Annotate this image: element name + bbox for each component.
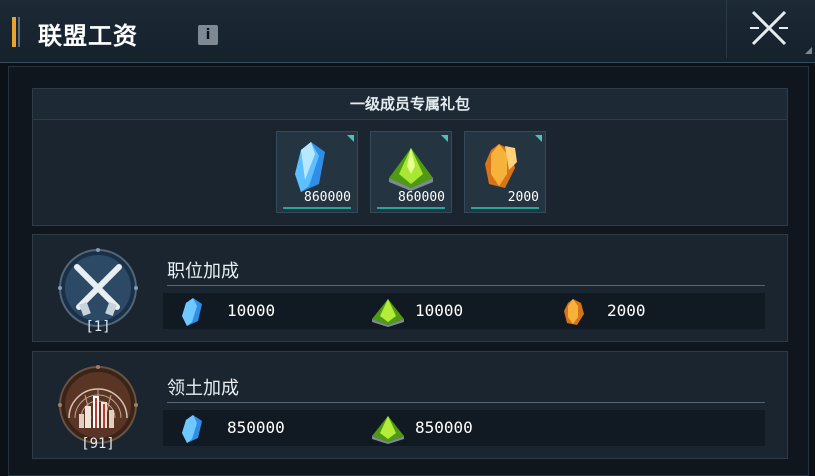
title-accent-bar (12, 17, 16, 47)
gift-pack-title: 一级成员专属礼包 (33, 89, 787, 120)
reward-amount: 850000 (415, 418, 473, 437)
green-crystal-icon (389, 148, 433, 191)
position-bonus-panel: [1] 职位加成 10000 10000 2000 (32, 234, 788, 342)
gift-pack-panel: 一级成员专属礼包 860000 860000 2000 (32, 88, 788, 226)
info-icon[interactable]: i (198, 25, 218, 45)
item-bar (471, 207, 539, 209)
orange-crystal-icon (485, 144, 517, 188)
gift-item-orange-crystal[interactable]: 2000 (464, 131, 546, 213)
window-title: 联盟工资 (38, 21, 138, 50)
position-rewards-row: 10000 10000 2000 (163, 293, 765, 329)
item-bar (377, 207, 445, 209)
blue-crystal-icon (182, 298, 202, 326)
title-accent-bar-secondary (18, 17, 20, 47)
reward-amount: 2000 (607, 301, 646, 320)
divider (167, 402, 765, 403)
position-bonus-title: 职位加成 (167, 261, 239, 282)
orange-crystal-icon (564, 299, 584, 325)
territory-rewards-row: 850000 850000 (163, 410, 765, 446)
item-amount: 860000 (398, 190, 445, 205)
position-level: [1] (85, 319, 111, 335)
close-area (726, 0, 815, 58)
territory-bonus-title: 领土加成 (167, 378, 239, 399)
close-icon[interactable] (747, 8, 791, 48)
corner-marker (347, 135, 354, 142)
item-bar (283, 207, 351, 209)
close-button[interactable] (747, 8, 791, 48)
blue-crystal-icon (295, 142, 325, 192)
reward-amount: 850000 (227, 418, 285, 437)
corner-marker (535, 135, 542, 142)
divider (167, 285, 765, 286)
gift-item-blue-crystal[interactable]: 860000 (276, 131, 358, 213)
reward-amount: 10000 (227, 301, 276, 320)
corner-marker (441, 135, 448, 142)
blue-crystal-icon (182, 415, 202, 443)
corner-marker (805, 47, 812, 54)
item-amount: 860000 (304, 190, 351, 205)
item-amount: 2000 (507, 190, 539, 205)
territory-bonus-panel: [91] 领土加成 850000 850000 (32, 351, 788, 459)
green-crystal-icon (372, 416, 404, 444)
green-crystal-icon (372, 299, 404, 327)
title-bar: 联盟工资 i (0, 0, 815, 63)
reward-amount: 10000 (415, 301, 464, 320)
territory-level: [91] (81, 436, 115, 452)
gift-item-green-crystal[interactable]: 860000 (370, 131, 452, 213)
